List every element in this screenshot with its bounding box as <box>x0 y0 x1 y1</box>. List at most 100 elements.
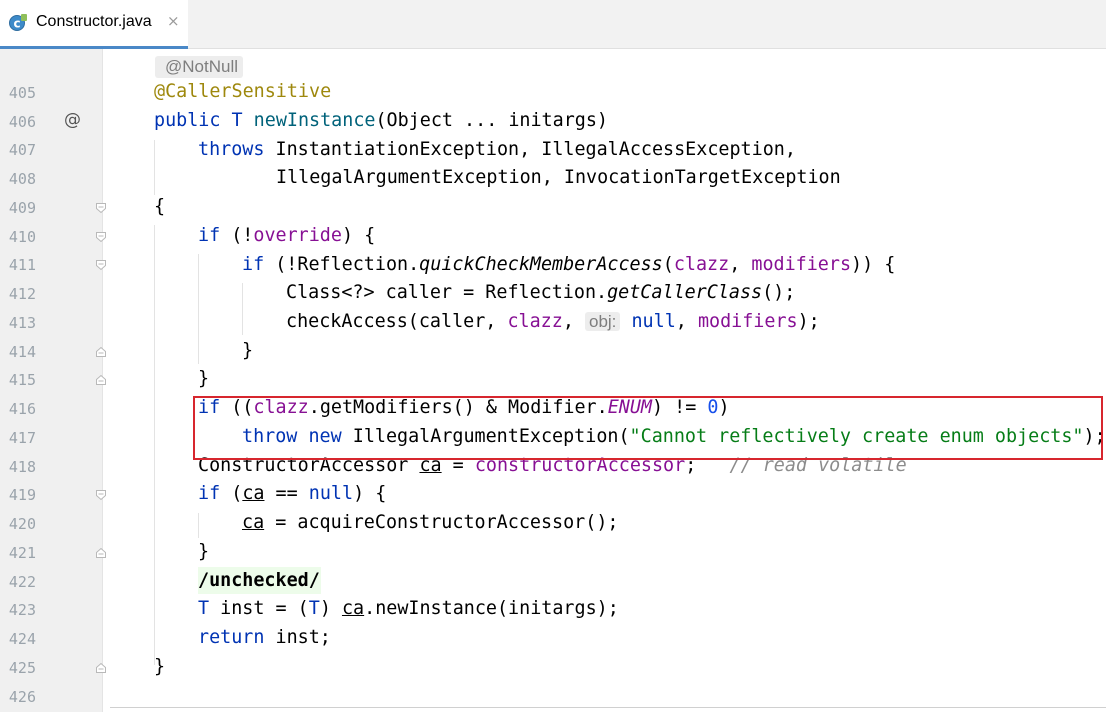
static-method-token: quickCheckMemberAccess <box>419 254 663 275</box>
editor-tab-bar: c Constructor.java × <box>0 0 1106 49</box>
code-line-422: /unchecked/ <box>198 570 320 592</box>
indent-guide <box>154 225 155 665</box>
code-token: (! <box>220 225 254 246</box>
code-token: inst; <box>264 627 331 648</box>
code-line-416: if ((clazz.getModifiers() & Modifier.ENU… <box>198 397 730 419</box>
keyword-token: if <box>242 254 265 275</box>
code-line-412: Class<?> caller = Reflection.getCallerCl… <box>286 282 795 304</box>
code-line-410: if (!override) { <box>198 225 375 247</box>
code-token: ) != <box>652 397 708 418</box>
indent-guide <box>154 140 155 195</box>
code-token: == <box>264 483 309 504</box>
code-line-417: throw new IllegalArgumentException("Cann… <box>242 426 1106 448</box>
field-token: modifiers <box>697 311 798 332</box>
code-line-421: } <box>198 541 209 563</box>
line-number: 415 <box>8 371 36 389</box>
code-token: IllegalArgumentException, InvocationTarg… <box>276 167 841 188</box>
code-line-415: } <box>198 368 209 390</box>
brace-token: } <box>154 656 166 677</box>
code-token: ) <box>718 397 730 418</box>
code-token: ); <box>797 311 820 332</box>
constant-token: ENUM <box>607 397 652 418</box>
code-line-418: ConstructorAccessor ca = constructorAcce… <box>198 455 907 477</box>
fold-open-icon[interactable] <box>95 489 107 501</box>
fold-open-icon[interactable] <box>95 231 107 243</box>
line-number: 423 <box>8 601 36 619</box>
keyword-token: return <box>198 627 265 648</box>
fold-close-icon[interactable] <box>95 547 107 559</box>
code-line-407: throws InstantiationException, IllegalAc… <box>198 139 796 161</box>
code-token: , <box>675 311 698 332</box>
code-line-424: return inst; <box>198 627 331 649</box>
line-number: 405 <box>8 84 36 102</box>
inlay-hint-param: obj: <box>584 312 621 331</box>
field-token: clazz <box>673 254 730 275</box>
brace-token: } <box>198 541 210 562</box>
brace-token: } <box>242 340 254 361</box>
field-token: override <box>253 225 342 246</box>
method-name-token: newInstance <box>253 110 376 131</box>
fold-close-icon[interactable] <box>95 346 107 358</box>
fold-close-icon[interactable] <box>95 374 107 386</box>
keyword-token: null <box>308 483 354 504</box>
code-token: InstantiationException, IllegalAccessExc… <box>275 139 796 160</box>
line-number: 422 <box>8 573 36 591</box>
line-number: 420 <box>8 515 36 533</box>
close-icon[interactable]: × <box>167 12 180 30</box>
line-number: 416 <box>8 400 36 418</box>
code-token: , <box>729 254 752 275</box>
editor-bottom-edge <box>110 707 1106 708</box>
tab-constructor-java[interactable]: c Constructor.java × <box>0 0 188 49</box>
line-number: 426 <box>8 688 36 706</box>
keyword-token: new <box>308 426 342 447</box>
line-number: 410 <box>8 228 36 246</box>
code-token: (( <box>220 397 254 418</box>
line-number: 412 <box>8 285 36 303</box>
code-token: ) { <box>353 483 387 504</box>
line-number: 413 <box>8 314 36 332</box>
code-token: ; <box>685 455 697 476</box>
code-line-405: @CallerSensitive <box>154 81 331 103</box>
code-token: ( <box>662 254 674 275</box>
code-token: = <box>441 455 475 476</box>
line-number: 424 <box>8 630 36 648</box>
code-token: ); <box>1083 426 1106 447</box>
code-line-411: if (!Reflection.quickCheckMemberAccess(c… <box>242 254 895 276</box>
indent-guide <box>242 283 243 335</box>
line-number: 406 <box>8 113 36 131</box>
code-token: = acquireConstructorAccessor(); <box>264 512 619 533</box>
code-token: .newInstance(initargs); <box>364 598 619 619</box>
java-class-icon: c <box>9 14 27 31</box>
code-token: Class<?> caller = Reflection. <box>286 282 608 303</box>
line-number: 411 <box>8 256 36 274</box>
field-token: constructorAccessor <box>474 455 686 476</box>
keyword-token: public <box>154 110 221 131</box>
code-token: (); <box>762 282 796 303</box>
override-marker-icon[interactable]: @ <box>64 110 81 130</box>
brace-token: { <box>154 196 166 217</box>
code-line-420: ca = acquireConstructorAccessor(); <box>242 512 618 534</box>
brace-token: } <box>198 368 210 389</box>
code-token: ) <box>319 598 342 619</box>
indent-guide <box>198 513 199 538</box>
code-line-419: if (ca == null) { <box>198 483 386 505</box>
keyword-token: if <box>198 483 221 504</box>
line-number: 418 <box>8 458 36 476</box>
code-line-423: T inst = (T) ca.newInstance(initargs); <box>198 598 619 620</box>
keyword-token: if <box>198 225 221 246</box>
code-line-406: public T newInstance(Object ... initargs… <box>154 110 608 132</box>
tab-title: Constructor.java <box>36 13 152 30</box>
line-number: 425 <box>8 659 36 677</box>
code-token: inst = ( <box>209 598 309 619</box>
variable-token: ca <box>419 455 442 476</box>
line-number: 409 <box>8 199 36 217</box>
code-line-408: IllegalArgumentException, InvocationTarg… <box>276 167 841 189</box>
fold-open-icon[interactable] <box>95 202 107 214</box>
line-number: 421 <box>8 544 36 562</box>
code-token: )) { <box>851 254 896 275</box>
line-number: 408 <box>8 170 36 188</box>
field-token: modifiers <box>751 254 852 275</box>
fold-close-icon[interactable] <box>95 662 107 674</box>
fold-open-icon[interactable] <box>95 259 107 271</box>
svg-text:c: c <box>13 17 20 31</box>
